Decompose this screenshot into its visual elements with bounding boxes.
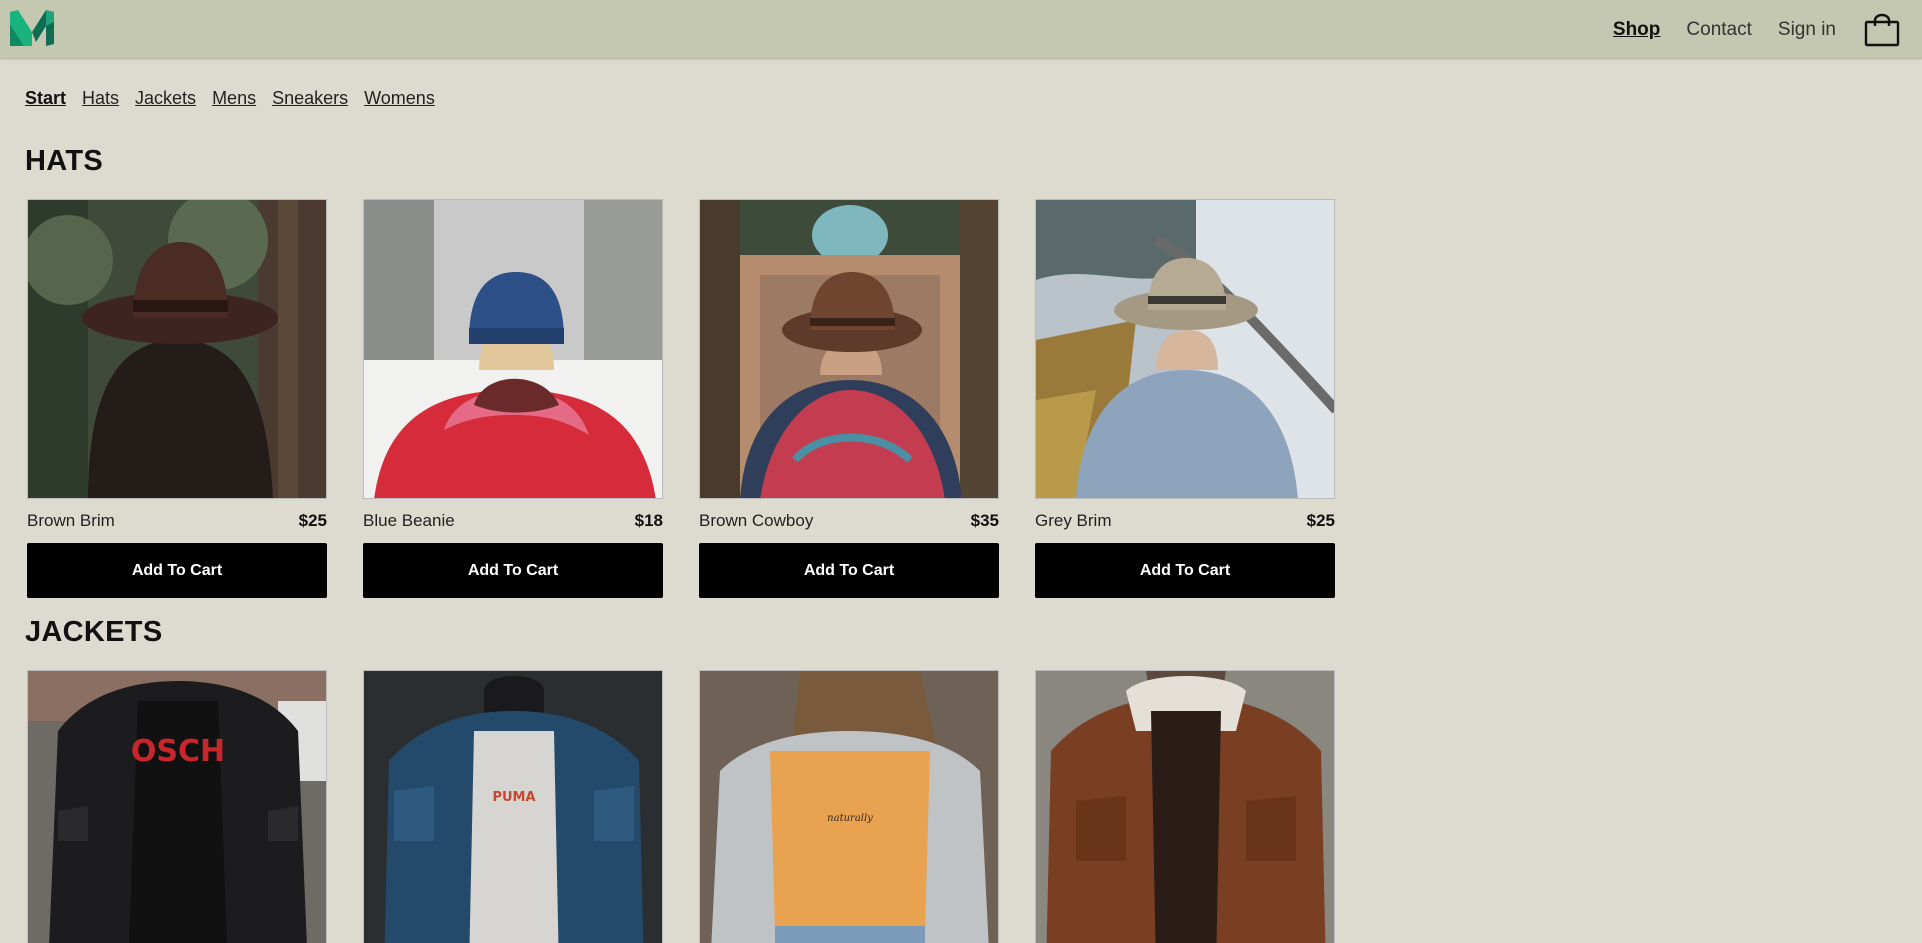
brand-logo[interactable] (8, 8, 56, 48)
product-info: Brown Cowboy $35 (699, 499, 999, 543)
section-title-hats[interactable]: HATS (25, 145, 103, 178)
product-card: Grey Brim $25 Add To Cart (1035, 199, 1335, 598)
header-nav: Shop Contact Sign in (1587, 0, 1922, 59)
product-name: Brown Cowboy (699, 511, 814, 530)
product-card: PUMA (363, 670, 663, 943)
top-navigation-bar: Shop Contact Sign in (0, 0, 1922, 59)
product-image-jacket-2: PUMA (363, 670, 663, 943)
product-image-grey-brim (1035, 199, 1335, 499)
svg-text:PUMA: PUMA (492, 790, 535, 805)
svg-text:naturally: naturally (827, 813, 873, 824)
product-card: naturally (699, 670, 999, 943)
add-to-cart-button[interactable]: Add To Cart (699, 543, 999, 598)
category-nav: Start Hats Jackets Mens Sneakers Womens (25, 88, 435, 109)
product-price: $18 (634, 511, 663, 530)
section-title-jackets[interactable]: JACKETS (25, 616, 162, 649)
product-image-jacket-4 (1035, 670, 1335, 943)
product-info: Brown Brim $25 (27, 499, 327, 543)
product-price: $25 (298, 511, 327, 530)
product-name: Grey Brim (1035, 511, 1112, 530)
svg-text:OSCH: OSCH (131, 734, 225, 769)
product-info: Grey Brim $25 (1035, 499, 1335, 543)
nav-shop-link[interactable]: Shop (1613, 19, 1661, 41)
product-card: Brown Brim $25 Add To Cart (27, 199, 327, 598)
jackets-product-grid: OSCH PUMA naturally (27, 670, 1335, 943)
product-image-jacket-1: OSCH (27, 670, 327, 943)
product-name: Brown Brim (27, 511, 115, 530)
product-price: $35 (970, 511, 999, 530)
category-start-link[interactable]: Start (25, 88, 66, 109)
category-sneakers-link[interactable]: Sneakers (272, 88, 348, 109)
product-image-jacket-3: naturally (699, 670, 999, 943)
product-image-brown-brim (27, 199, 327, 499)
product-card: Blue Beanie $18 Add To Cart (363, 199, 663, 598)
product-card: Brown Cowboy $35 Add To Cart (699, 199, 999, 598)
add-to-cart-button[interactable]: Add To Cart (363, 543, 663, 598)
product-image-blue-beanie (363, 199, 663, 499)
nav-contact-link[interactable]: Contact (1686, 19, 1751, 41)
category-jackets-link[interactable]: Jackets (135, 88, 196, 109)
category-mens-link[interactable]: Mens (212, 88, 256, 109)
category-hats-link[interactable]: Hats (82, 88, 119, 109)
product-price: $25 (1306, 511, 1335, 530)
shopping-bag-icon[interactable] (1864, 13, 1900, 47)
hats-product-grid: Brown Brim $25 Add To Cart Blue Beanie $… (27, 199, 1335, 598)
add-to-cart-button[interactable]: Add To Cart (1035, 543, 1335, 598)
product-info: Blue Beanie $18 (363, 499, 663, 543)
product-card: OSCH (27, 670, 327, 943)
product-image-brown-cowboy (699, 199, 999, 499)
product-name: Blue Beanie (363, 511, 455, 530)
category-womens-link[interactable]: Womens (364, 88, 435, 109)
add-to-cart-button[interactable]: Add To Cart (27, 543, 327, 598)
nav-signin-link[interactable]: Sign in (1778, 19, 1836, 41)
product-card (1035, 670, 1335, 943)
